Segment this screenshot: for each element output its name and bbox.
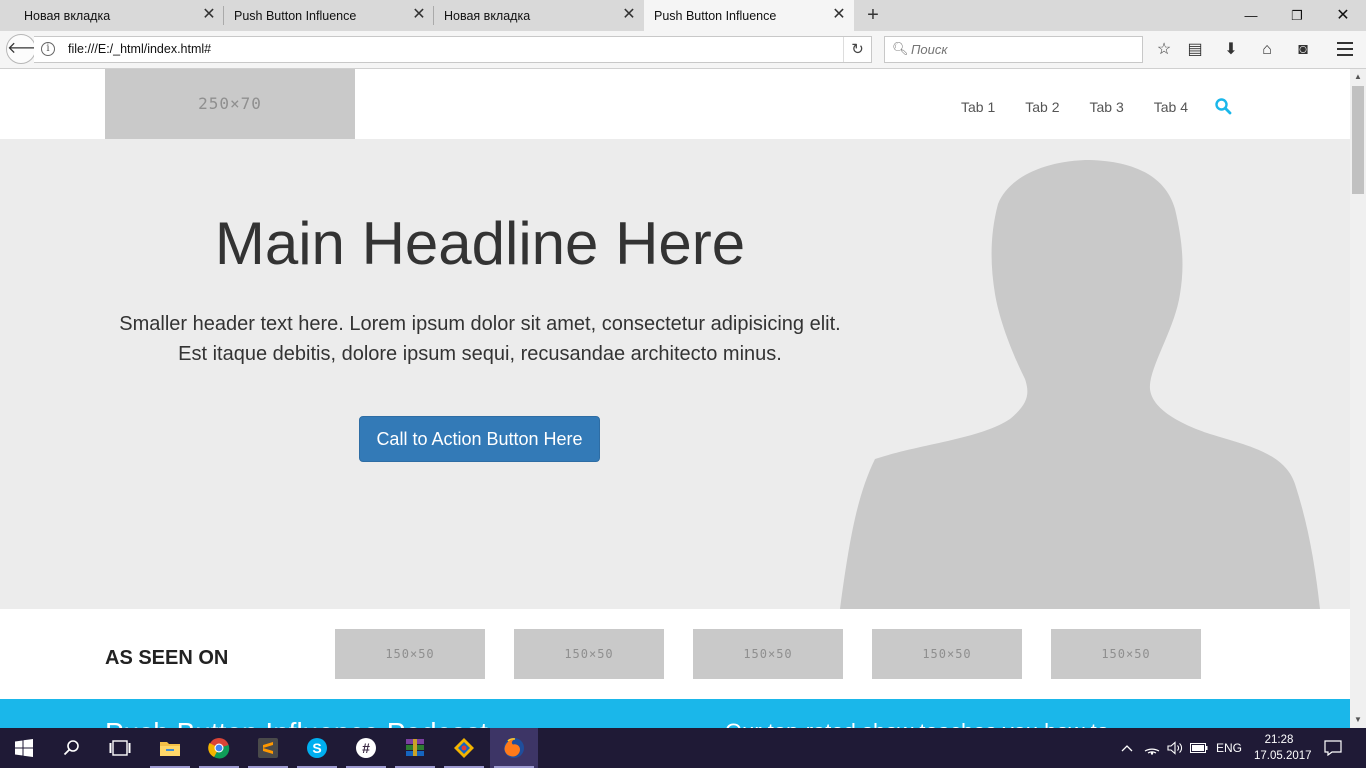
- search-icon: 🔍︎: [892, 41, 909, 56]
- scrollbar-thumb[interactable]: [1352, 86, 1364, 194]
- file-explorer-button[interactable]: [146, 728, 194, 768]
- search-box[interactable]: 🔍︎: [884, 36, 1143, 63]
- search-input[interactable]: [911, 40, 1131, 59]
- page-viewport: 250×70 Tab 1 Tab 2 Tab 3 Tab 4 Main Head…: [0, 69, 1350, 728]
- minimize-window-button[interactable]: —: [1228, 0, 1274, 31]
- address-bar[interactable]: i file:///E:/_html/index.html# ↻: [34, 36, 872, 63]
- battery-button[interactable]: [1188, 728, 1210, 768]
- reading-list-icon[interactable]: ▤: [1184, 39, 1206, 61]
- downloads-icon[interactable]: ⬇: [1220, 39, 1242, 61]
- bookmark-star-icon[interactable]: ☆: [1153, 39, 1175, 61]
- nav-tab-4[interactable]: Tab 4: [1139, 99, 1203, 115]
- clock-time: 21:28: [1264, 734, 1294, 746]
- git-kraken-button[interactable]: [440, 728, 488, 768]
- podcast-title: Push Button Influence Podcast: [105, 717, 488, 728]
- slack-icon: #: [356, 738, 376, 758]
- firefox-button[interactable]: [490, 728, 538, 768]
- nav-tab-1[interactable]: Tab 1: [946, 99, 1010, 115]
- media-logo-placeholder: 150×50: [872, 629, 1022, 679]
- browser-tab-strip: Новая вкладка ✕ Push Button Influence ✕ …: [0, 0, 1366, 31]
- pocket-icon[interactable]: ◙: [1292, 39, 1314, 61]
- media-logo-placeholder: 150×50: [693, 629, 843, 679]
- url-text: file:///E:/_html/index.html#: [68, 42, 212, 56]
- browser-tab[interactable]: Новая вкладка ✕: [0, 0, 224, 31]
- podcast-tagline: Our top-rated show teaches you how to: [725, 719, 1109, 728]
- task-view-button[interactable]: [96, 728, 144, 768]
- browser-tab[interactable]: Новая вкладка ✕: [434, 0, 644, 31]
- hero-headline: Main Headline Here: [214, 210, 746, 277]
- close-tab-icon[interactable]: ✕: [832, 7, 846, 23]
- chrome-button[interactable]: [195, 728, 243, 768]
- svg-text:#: #: [362, 740, 370, 756]
- tab-title: Новая вкладка: [444, 8, 531, 23]
- volume-button[interactable]: [1164, 728, 1186, 768]
- scroll-down-arrow-icon[interactable]: ▼: [1350, 712, 1366, 728]
- windows-taskbar: S # ENG 21:28 17.05.2017: [0, 728, 1366, 768]
- git-icon: [454, 738, 474, 758]
- call-to-action-button[interactable]: Call to Action Button Here: [359, 416, 600, 462]
- person-silhouette-image: [840, 160, 1320, 609]
- menu-icon[interactable]: [1332, 38, 1358, 60]
- nav-tab-3[interactable]: Tab 3: [1075, 99, 1139, 115]
- input-language-button[interactable]: ENG: [1212, 728, 1246, 768]
- hero-section: Main Headline Here Smaller header text h…: [0, 139, 1350, 609]
- windows-logo-icon: [15, 739, 33, 757]
- new-tab-button[interactable]: +: [862, 4, 884, 26]
- skype-button[interactable]: S: [293, 728, 341, 768]
- search-icon: [63, 740, 79, 756]
- close-tab-icon[interactable]: ✕: [622, 7, 636, 23]
- slack-button[interactable]: #: [342, 728, 390, 768]
- clock-date: 17.05.2017: [1254, 750, 1312, 762]
- scroll-up-arrow-icon[interactable]: ▲: [1350, 69, 1366, 85]
- media-logo-placeholder: 150×50: [335, 629, 485, 679]
- close-window-button[interactable]: ✕: [1320, 0, 1366, 31]
- folder-icon: [160, 742, 180, 756]
- restore-window-button[interactable]: ❐: [1274, 0, 1320, 31]
- browser-tab-active[interactable]: Push Button Influence ✕: [644, 0, 854, 31]
- browser-toolbar: 🡐 i file:///E:/_html/index.html# ↻ 🔍︎ ☆ …: [0, 31, 1366, 69]
- svg-text:S: S: [312, 740, 321, 756]
- system-clock[interactable]: 21:28 17.05.2017: [1254, 732, 1312, 764]
- hero-subheadline: Smaller header text here. Lorem ipsum do…: [119, 313, 841, 365]
- back-button[interactable]: 🡐: [6, 34, 50, 64]
- home-icon[interactable]: ⌂: [1256, 39, 1278, 61]
- media-logo-placeholder: 150×50: [514, 629, 664, 679]
- winrar-icon: [406, 739, 424, 756]
- winrar-button[interactable]: [391, 728, 439, 768]
- podcast-band: Push Button Influence Podcast Our top-ra…: [0, 699, 1350, 728]
- start-button[interactable]: [0, 728, 48, 768]
- chevron-up-icon: [1121, 745, 1133, 752]
- firefox-icon: [504, 738, 524, 758]
- skype-icon: S: [307, 738, 327, 758]
- nav-tab-2[interactable]: Tab 2: [1010, 99, 1074, 115]
- site-header: 250×70 Tab 1 Tab 2 Tab 3 Tab 4: [0, 69, 1350, 139]
- search-button[interactable]: [48, 728, 96, 768]
- action-center-button[interactable]: [1318, 728, 1348, 768]
- search-icon[interactable]: [1214, 97, 1232, 115]
- tab-title: Push Button Influence: [234, 8, 357, 23]
- tab-title: Новая вкладка: [24, 8, 111, 23]
- show-hidden-icons-button[interactable]: [1116, 728, 1138, 768]
- network-button[interactable]: [1141, 728, 1163, 768]
- media-logo-placeholder: 150×50: [1051, 629, 1201, 679]
- reload-icon[interactable]: ↻: [843, 37, 871, 62]
- as-seen-on-title: AS SEEN ON: [105, 647, 229, 669]
- as-seen-on-section: AS SEEN ON 150×50 150×50 150×50 150×50 1…: [0, 609, 1350, 699]
- wifi-icon: [1144, 748, 1160, 755]
- tab-title: Push Button Influence: [654, 8, 777, 23]
- sublime-text-icon: [258, 738, 278, 758]
- chrome-icon: [208, 738, 230, 759]
- battery-icon: [1190, 743, 1208, 753]
- task-view-icon: [109, 740, 131, 756]
- site-nav: Tab 1 Tab 2 Tab 3 Tab 4: [946, 98, 1232, 115]
- close-tab-icon[interactable]: ✕: [202, 7, 216, 23]
- page-scrollbar[interactable]: ▲ ▼: [1350, 69, 1366, 728]
- close-tab-icon[interactable]: ✕: [412, 7, 426, 23]
- logo-placeholder[interactable]: 250×70: [105, 69, 355, 139]
- sublime-text-button[interactable]: [244, 728, 292, 768]
- notifications-icon: [1324, 740, 1342, 756]
- speaker-icon: [1167, 741, 1182, 755]
- site-info-icon[interactable]: i: [41, 42, 55, 56]
- browser-tab[interactable]: Push Button Influence ✕: [224, 0, 434, 31]
